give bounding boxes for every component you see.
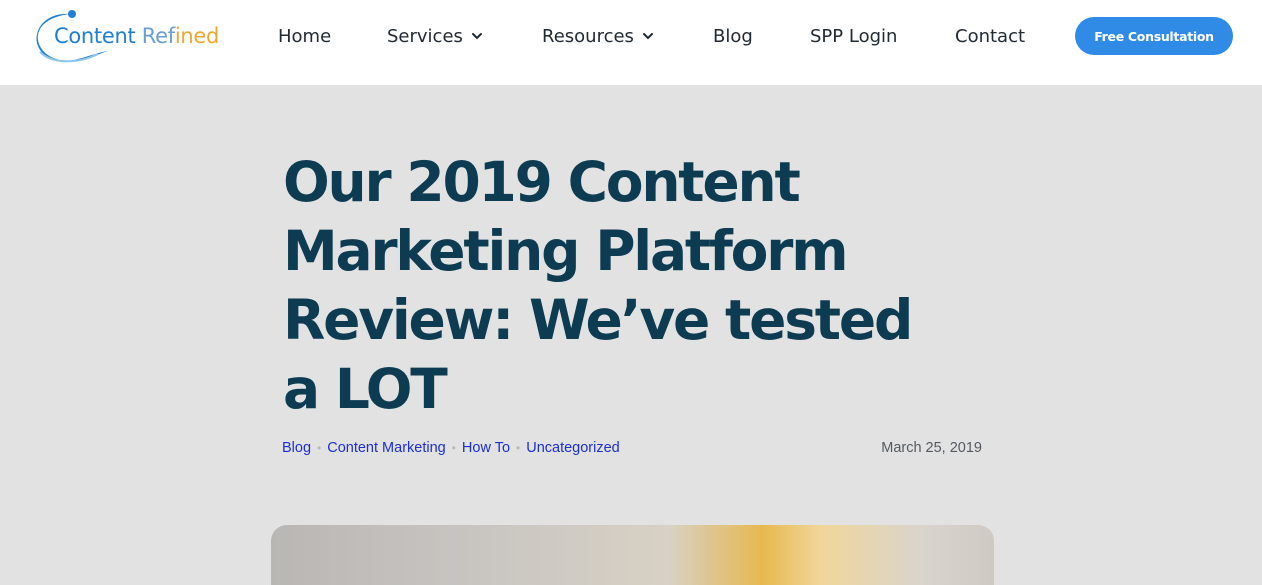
site-header: Content Refined Home Services Resources … [0, 0, 1262, 85]
nav-item-label: Resources [542, 25, 634, 47]
nav-item-contact[interactable]: Contact [955, 24, 1025, 48]
nav-item-label: Blog [713, 25, 753, 47]
nav-item-resources[interactable]: Resources [542, 24, 654, 48]
nav-item-blog[interactable]: Blog [713, 24, 753, 48]
main-nav: Home Services Resources Blog SPP Login C… [0, 0, 1262, 72]
category-link-blog[interactable]: Blog [282, 440, 311, 456]
category-list: Blog • Content Marketing • How To • Unca… [282, 440, 620, 456]
nav-item-spp-login[interactable]: SPP Login [810, 24, 897, 48]
category-link-uncategorized[interactable]: Uncategorized [526, 440, 620, 456]
category-link-content-marketing[interactable]: Content Marketing [327, 440, 445, 456]
nav-item-services[interactable]: Services [387, 24, 483, 48]
category-link-how-to[interactable]: How To [462, 440, 510, 456]
nav-item-label: Home [278, 25, 332, 47]
nav-item-home[interactable]: Home [278, 24, 331, 48]
chevron-down-icon [471, 33, 482, 40]
nav-item-label: Contact [955, 25, 1026, 47]
publish-date: March 25, 2019 [881, 440, 982, 456]
nav-item-label: Services [387, 25, 463, 47]
article-meta: Blog • Content Marketing • How To • Unca… [282, 440, 982, 460]
separator-dot: • [451, 441, 456, 455]
featured-image [271, 525, 994, 585]
article-title: Our 2019 Content Marketing Platform Revi… [283, 150, 913, 421]
free-consultation-button[interactable]: Free Consultation [1075, 17, 1233, 55]
separator-dot: • [317, 441, 322, 455]
nav-item-label: SPP Login [810, 25, 898, 47]
separator-dot: • [516, 441, 521, 455]
chevron-down-icon [642, 33, 653, 40]
